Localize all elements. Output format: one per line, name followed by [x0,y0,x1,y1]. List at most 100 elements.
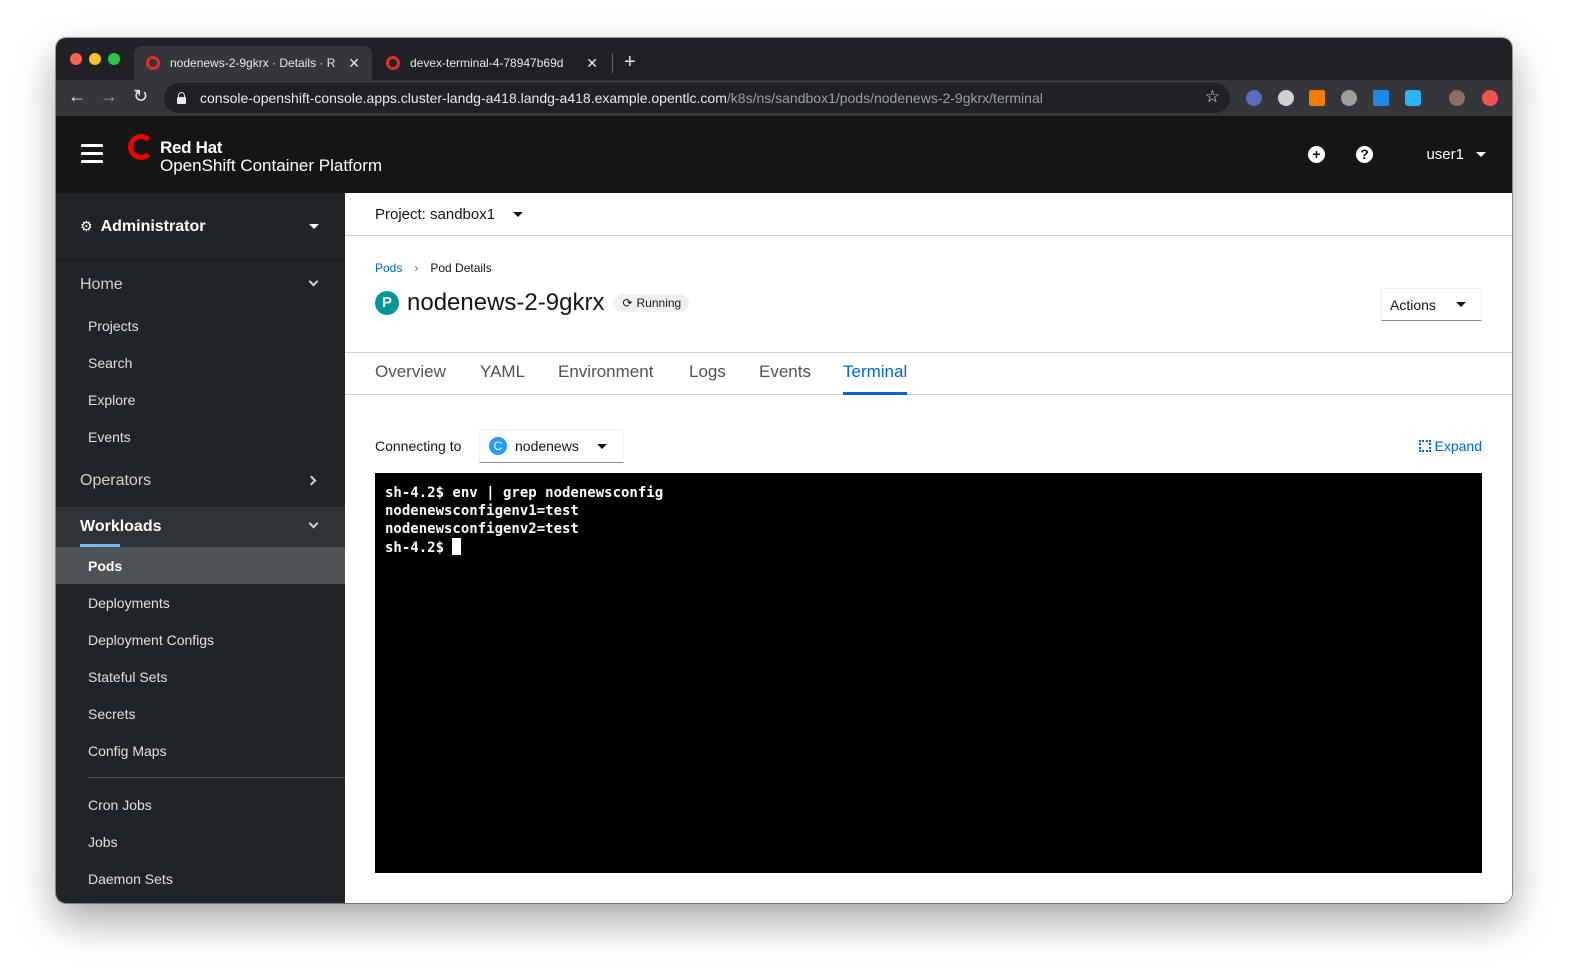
breadcrumb-pods-link[interactable]: Pods [375,261,402,275]
nav-item-pods[interactable]: Pods [56,547,345,584]
nav-item-deployment-configs[interactable]: Deployment Configs [56,621,345,658]
openshift-favicon-icon [386,56,400,70]
extension-icon[interactable] [1405,90,1421,106]
tab-environment[interactable]: Environment [558,362,653,382]
chevron-right-icon: › [414,261,419,275]
nav-section-label: Workloads [80,518,162,535]
forward-arrow-icon[interactable]: → [100,86,118,107]
reload-icon[interactable]: ↻ [133,86,148,107]
caret-down-icon [1455,302,1466,307]
caret-down-icon [596,443,607,449]
bookmark-star-icon[interactable]: ☆ [1205,87,1220,107]
extension-icon[interactable] [1341,90,1357,106]
expand-label: Expand [1434,438,1482,454]
container-badge: C [489,437,507,455]
breadcrumb-current: Pod Details [430,261,492,275]
status-badge: ⟳ Running [614,294,690,312]
url-path: /k8s/ns/sandbox1/pods/nodenews-2-9gkrx/t… [726,90,1043,106]
perspective-label: Administrator [100,217,206,235]
actions-dropdown[interactable]: Actions [1381,288,1482,321]
nav-item-cron-jobs[interactable]: Cron Jobs [56,786,345,823]
masthead: Red Hat OpenShift Container Platform + ?… [56,116,1512,193]
tab-overview[interactable]: Overview [375,362,446,382]
tab-events[interactable]: Events [759,362,811,382]
nav-item-jobs[interactable]: Jobs [56,823,345,860]
nav-divider [88,777,345,778]
extension-icon[interactable] [1373,90,1389,106]
nav-item-events[interactable]: Events [56,418,345,455]
nav-section-workloads[interactable]: Workloads [56,507,345,547]
nav-section-home[interactable]: Home [56,263,345,307]
terminal-cursor [452,538,462,555]
back-arrow-icon[interactable]: ← [68,86,86,107]
brand-line1: Red Hat [160,138,223,157]
sync-icon: ⟳ [622,296,633,310]
terminal[interactable]: sh-4.2$ env | grep nodenewsconfig nodene… [375,473,1482,873]
terminal-line: nodenewsconfigenv2=test [385,521,579,537]
connecting-label: Connecting to [375,438,462,454]
nav-section-label: Operators [80,472,152,489]
page-heading: P nodenews-2-9gkrx ⟳ Running [375,289,690,317]
minimize-window-button[interactable] [89,53,101,65]
extension-icon[interactable] [1309,90,1325,106]
redhat-logo-icon [128,134,154,160]
extension-icon[interactable] [1246,90,1262,106]
menu-icon[interactable] [81,144,103,168]
browser-toolbar: ← → ↻ console-openshift-console.apps.clu… [56,80,1512,116]
profile-avatar-icon[interactable] [1449,90,1465,106]
address-bar[interactable]: console-openshift-console.apps.cluster-l… [164,83,1230,113]
nav-item-daemon-sets[interactable]: Daemon Sets [56,860,345,897]
chevron-down-icon [308,518,319,529]
extension-icon[interactable] [1278,90,1294,106]
chevron-down-icon [308,276,319,287]
tab-yaml[interactable]: YAML [480,362,525,382]
actions-label: Actions [1390,296,1436,313]
nav-item-search[interactable]: Search [56,344,345,381]
status-text: Running [636,296,682,310]
nav-item-projects[interactable]: Projects [56,307,345,344]
expand-button[interactable]: Expand [1418,438,1482,454]
openshift-favicon-icon [146,56,160,70]
question-circle-icon[interactable]: ? [1356,146,1373,163]
tab-strip: nodenews-2-9gkrx · Details · R ✕ devex-t… [56,38,1512,80]
container-select[interactable]: C nodenews [479,429,624,463]
container-name: nodenews [515,438,579,454]
detail-tabs: Overview YAML Environment Logs Events Te… [345,352,1512,395]
terminal-prompt-line: sh-4.2$ [385,538,1472,557]
nav-item-config-maps[interactable]: Config Maps [56,732,345,769]
tab-terminal[interactable]: Terminal [843,362,908,395]
terminal-prompt: sh-4.2$ [385,540,453,556]
perspective-switcher[interactable]: ⚙ Administrator [56,193,345,261]
close-tab-icon[interactable]: ✕ [348,55,360,72]
nav-item-stateful-sets[interactable]: Stateful Sets [56,658,345,695]
nav-item-deployments[interactable]: Deployments [56,584,345,621]
nav-item-secrets[interactable]: Secrets [56,695,345,732]
nav-section-operators[interactable]: Operators [56,459,345,503]
plus-circle-icon[interactable]: + [1308,146,1325,163]
tab-logs[interactable]: Logs [689,362,726,382]
project-selector[interactable]: Project: sandbox1 [345,193,1512,236]
brand-line2: OpenShift Container Platform [160,156,383,175]
caret-down-icon [513,211,524,217]
maximize-window-button[interactable] [108,53,120,65]
browser-tab-terminal[interactable]: devex-terminal-4-78947b69d ✕ [374,46,610,80]
user-menu[interactable]: user1 [1426,146,1486,163]
lock-icon [176,92,186,104]
user-name: user1 [1426,146,1464,163]
new-tab-icon[interactable]: + [624,51,636,74]
close-tab-icon[interactable]: ✕ [586,55,598,72]
browser-tab-details[interactable]: nodenews-2-9gkrx · Details · R ✕ [134,46,372,80]
update-icon[interactable] [1482,90,1498,106]
main-content: Project: sandbox1 Pods › Pod Details P n… [345,193,1512,903]
page-title: nodenews-2-9gkrx [407,289,605,316]
breadcrumb: Pods › Pod Details [375,261,492,275]
pod-badge: P [375,291,399,315]
nav-section-label: Home [80,276,123,293]
close-window-button[interactable] [70,53,82,65]
url-host: console-openshift-console.apps.cluster-l… [200,90,727,106]
caret-down-icon [309,224,319,229]
project-label: Project: sandbox1 [375,205,496,223]
browser-window: nodenews-2-9gkrx · Details · R ✕ devex-t… [56,38,1512,903]
nav-item-explore[interactable]: Explore [56,381,345,418]
tab-title: nodenews-2-9gkrx · Details · R [170,56,336,70]
